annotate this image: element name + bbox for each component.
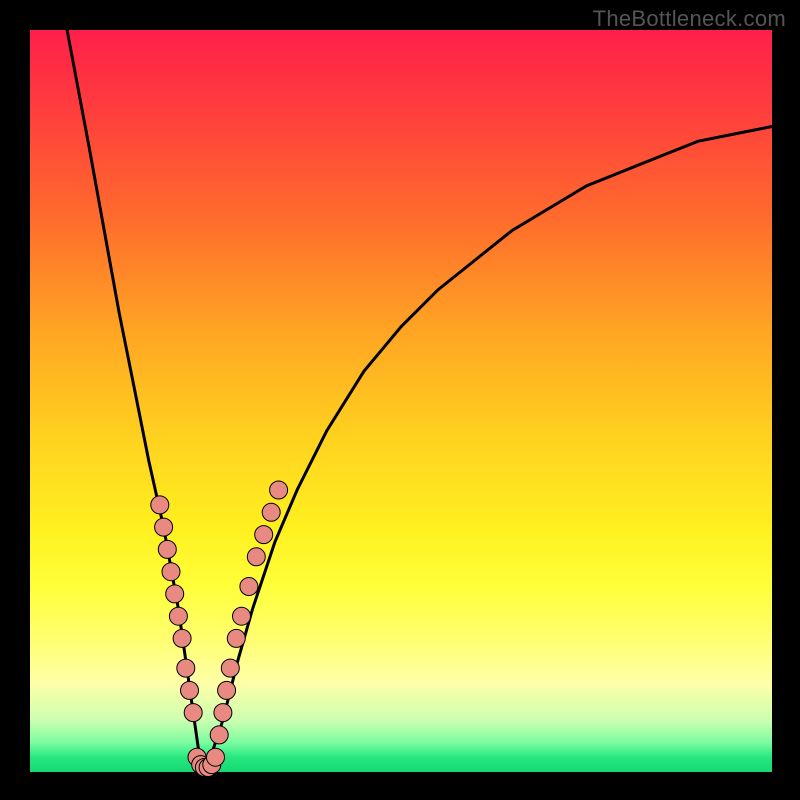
data-dot (184, 704, 202, 722)
data-dot (155, 518, 173, 536)
data-dot (177, 659, 195, 677)
data-dot (162, 563, 180, 581)
curve-path (67, 30, 772, 765)
data-dot (255, 526, 273, 544)
data-dot (173, 629, 191, 647)
data-dot (218, 681, 236, 699)
data-dot (247, 548, 265, 566)
data-dot (227, 629, 245, 647)
chart-frame: TheBottleneck.com (0, 0, 800, 800)
plot-area (30, 30, 772, 772)
data-dots (151, 481, 288, 777)
watermark-text: TheBottleneck.com (593, 6, 786, 32)
data-dot (207, 748, 225, 766)
data-dot (233, 607, 251, 625)
data-dot (158, 540, 176, 558)
curve-line (67, 30, 772, 765)
data-dot (210, 726, 228, 744)
data-dot (221, 659, 239, 677)
data-dot (169, 607, 187, 625)
data-dot (214, 704, 232, 722)
bottleneck-curve-svg (30, 30, 772, 772)
data-dot (151, 496, 169, 514)
data-dot (166, 585, 184, 603)
data-dot (181, 681, 199, 699)
data-dot (262, 503, 280, 521)
data-dot (270, 481, 288, 499)
data-dot (240, 578, 258, 596)
